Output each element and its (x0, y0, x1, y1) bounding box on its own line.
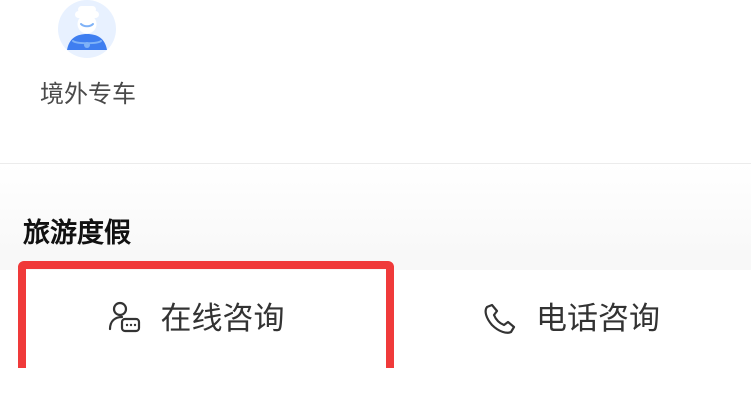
online-consult-button[interactable]: 在线咨询 (0, 270, 389, 368)
service-shortcuts: 境外专车 (0, 0, 751, 163)
bottom-strip (0, 368, 751, 396)
chauffeur-icon (58, 0, 116, 58)
phone-icon (484, 303, 516, 334)
phone-consult-label: 电话咨询 (536, 301, 660, 337)
overseas-chauffeur-label: 境外专车 (40, 80, 136, 108)
section-title: 旅游度假 (23, 218, 131, 249)
chat-agent-icon (108, 301, 140, 333)
app-screen: 境外专车 旅游度假 在线咨询 电话咨询 (0, 0, 751, 396)
online-consult-label: 在线咨询 (160, 301, 285, 337)
phone-consult-button[interactable]: 电话咨询 (389, 270, 751, 368)
overseas-chauffeur-service[interactable]: 境外专车 (28, 0, 150, 128)
